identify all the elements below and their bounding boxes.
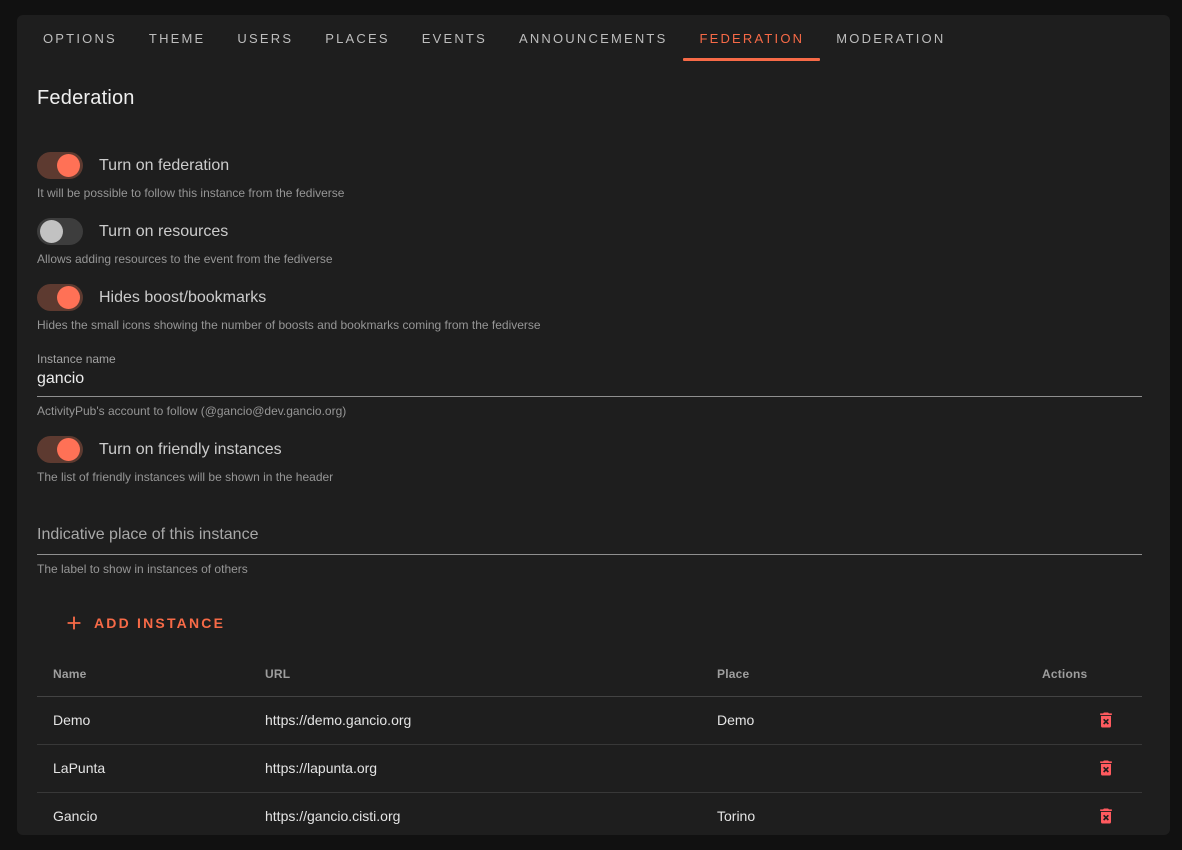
- header-actions: Actions: [1026, 652, 1142, 696]
- table-row: Demo https://demo.gancio.org Demo: [37, 696, 1142, 744]
- resources-toggle-label: Turn on resources: [99, 223, 228, 241]
- trash-delete-icon: [1096, 758, 1116, 778]
- instance-name-field-block: Instance name ActivityPub's account to f…: [37, 352, 1142, 418]
- tab-options[interactable]: OPTIONS: [27, 15, 133, 61]
- toggle-knob: [57, 154, 80, 177]
- instance-place-cell: Torino: [701, 792, 1026, 835]
- resources-toggle-block: Turn on resources Allows adding resource…: [37, 218, 1142, 266]
- tab-federation[interactable]: FEDERATION: [683, 15, 820, 61]
- plus-icon: [63, 612, 85, 634]
- federation-settings: Federation Turn on federation It will be…: [17, 87, 1170, 835]
- toggle-knob: [40, 220, 63, 243]
- hide-boost-toggle-label: Hides boost/bookmarks: [99, 289, 266, 307]
- header-name: Name: [37, 652, 249, 696]
- header-url: URL: [249, 652, 701, 696]
- toggle-knob: [57, 438, 80, 461]
- friendly-instances-toggle-label: Turn on friendly instances: [99, 441, 282, 459]
- instance-name-hint: ActivityPub's account to follow (@gancio…: [37, 404, 1142, 418]
- toggle-knob: [57, 286, 80, 309]
- instance-place-cell: [701, 744, 1026, 792]
- instance-name-cell: LaPunta: [37, 744, 249, 792]
- hide-boost-toggle-hint: Hides the small icons showing the number…: [37, 318, 1142, 332]
- instance-url-cell: https://gancio.cisti.org: [249, 792, 701, 835]
- instance-name-label: Instance name: [37, 352, 1142, 366]
- instance-place-input[interactable]: [37, 518, 1142, 555]
- tab-theme[interactable]: THEME: [133, 15, 222, 61]
- federation-toggle-label: Turn on federation: [99, 157, 229, 175]
- page-title: Federation: [37, 87, 1142, 110]
- resources-toggle[interactable]: [37, 218, 83, 245]
- federation-toggle-block: Turn on federation It will be possible t…: [37, 152, 1142, 200]
- instance-place-hint: The label to show in instances of others: [37, 562, 1142, 576]
- tab-announcements[interactable]: ANNOUNCEMENTS: [503, 15, 684, 61]
- table-row: LaPunta https://lapunta.org: [37, 744, 1142, 792]
- federation-toggle[interactable]: [37, 152, 83, 179]
- federation-toggle-hint: It will be possible to follow this insta…: [37, 186, 1142, 200]
- trash-delete-icon: [1096, 710, 1116, 730]
- instance-name-cell: Demo: [37, 696, 249, 744]
- admin-panel: OPTIONS THEME USERS PLACES EVENTS ANNOUN…: [17, 15, 1170, 835]
- add-instance-button[interactable]: ADD INSTANCE: [55, 604, 233, 642]
- trash-delete-icon: [1096, 806, 1116, 826]
- instance-name-cell: Gancio: [37, 792, 249, 835]
- tab-users[interactable]: USERS: [221, 15, 309, 61]
- add-instance-label: ADD INSTANCE: [94, 615, 225, 631]
- friendly-instances-toggle[interactable]: [37, 436, 83, 463]
- delete-instance-button[interactable]: [1094, 708, 1118, 732]
- instance-url-cell: https://demo.gancio.org: [249, 696, 701, 744]
- table-header-row: Name URL Place Actions: [37, 652, 1142, 696]
- friendly-instances-toggle-hint: The list of friendly instances will be s…: [37, 470, 1142, 484]
- instance-place-cell: Demo: [701, 696, 1026, 744]
- admin-tab-bar: OPTIONS THEME USERS PLACES EVENTS ANNOUN…: [17, 15, 1170, 61]
- resources-toggle-hint: Allows adding resources to the event fro…: [37, 252, 1142, 266]
- hide-boost-toggle[interactable]: [37, 284, 83, 311]
- instance-url-cell: https://lapunta.org: [249, 744, 701, 792]
- tab-events[interactable]: EVENTS: [406, 15, 503, 61]
- header-place: Place: [701, 652, 1026, 696]
- tab-moderation[interactable]: MODERATION: [820, 15, 961, 61]
- delete-instance-button[interactable]: [1094, 756, 1118, 780]
- instance-place-field-block: The label to show in instances of others: [37, 518, 1142, 576]
- delete-instance-button[interactable]: [1094, 804, 1118, 828]
- friendly-instances-toggle-block: Turn on friendly instances The list of f…: [37, 436, 1142, 484]
- table-row: Gancio https://gancio.cisti.org Torino: [37, 792, 1142, 835]
- instance-name-input[interactable]: [37, 366, 1142, 397]
- hide-boost-toggle-block: Hides boost/bookmarks Hides the small ic…: [37, 284, 1142, 332]
- tab-places[interactable]: PLACES: [309, 15, 406, 61]
- instances-table: Name URL Place Actions Demo https://demo…: [37, 652, 1142, 835]
